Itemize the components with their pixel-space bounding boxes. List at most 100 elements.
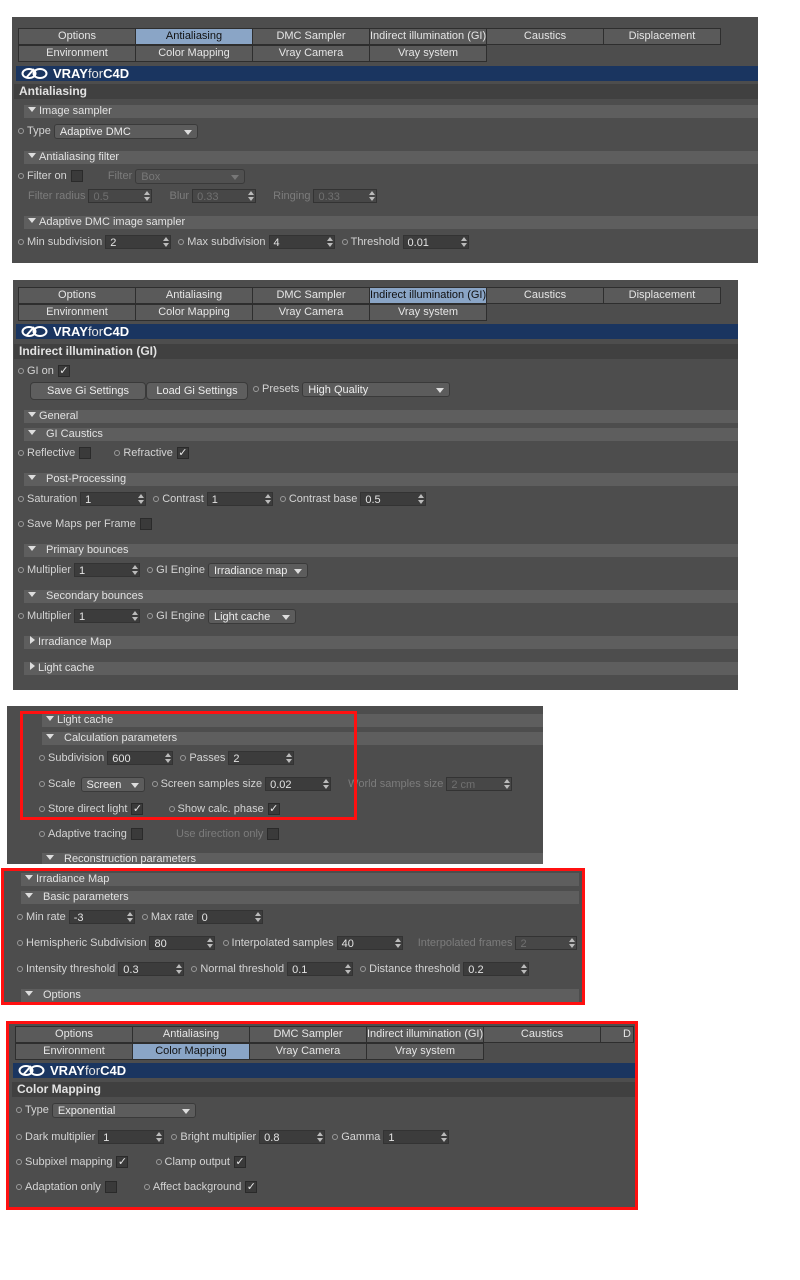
spinner-icon[interactable] [326,237,333,248]
spinner-icon[interactable] [504,779,511,790]
contrast-field[interactable]: 1 [206,492,273,507]
filter-radius-field[interactable]: 0.5 [88,189,153,204]
section-primary-bounces[interactable]: Primary bounces [24,544,738,557]
gi-on-checkbox[interactable]: ✓ [57,365,70,378]
world-samples-field[interactable]: 2 cm [446,777,513,792]
keyframe-dot-icon[interactable] [178,238,185,245]
keyframe-dot-icon[interactable] [153,495,160,502]
tab-row-1: Options Antialiasing DMC Sampler Indirec… [18,28,721,45]
keyframe-dot-icon[interactable] [341,238,348,245]
keyframe-dot-icon[interactable] [18,367,24,374]
keyframe-dot-icon[interactable] [18,612,24,619]
keyframe-dot-icon[interactable] [18,566,24,573]
keyframe-dot-icon[interactable] [114,449,121,456]
secondary-multiplier-field[interactable]: 1 [74,609,141,624]
reflective-checkbox[interactable] [79,447,92,460]
tab-color-mapping[interactable]: Color Mapping [135,304,253,321]
use-direction-checkbox[interactable] [267,828,280,841]
save-maps-checkbox[interactable] [139,518,152,531]
presets-dropdown[interactable]: High Quality [302,381,451,397]
keyframe-dot-icon[interactable] [18,238,24,245]
contrast-base-field[interactable]: 0.5 [360,492,427,507]
section-reconstruction-parameters[interactable]: Reconstruction parameters [42,853,543,864]
spinner-icon[interactable] [369,191,376,202]
keyframe-dot-icon[interactable] [147,566,154,573]
tab-caustics[interactable]: Caustics [486,28,604,45]
load-gi-settings-button[interactable]: Load Gi Settings [146,382,248,400]
dropdown-arrow-icon [183,129,192,135]
tab-vray-system[interactable]: Vray system [369,45,487,62]
page-title: Antialiasing [14,84,758,99]
filter-on-checkbox[interactable] [70,170,83,183]
spinner-icon[interactable] [460,237,467,248]
type-dropdown[interactable]: Adaptive DMC [53,123,198,139]
collapse-arrow-icon [28,153,36,158]
collapse-arrow-icon [28,546,36,551]
keyframe-dot-icon[interactable] [253,385,259,392]
tab-dmc-sampler[interactable]: DMC Sampler [252,287,370,304]
tab-environment[interactable]: Environment [18,45,136,62]
spinner-icon[interactable] [144,191,151,202]
min-subdivision-field[interactable]: 2 [105,235,172,250]
primary-multiplier-field[interactable]: 1 [74,563,141,578]
keyframe-dot-icon[interactable] [18,495,24,502]
vray-logo-bar: VRAYforC4D [16,324,738,339]
tab-dmc-sampler[interactable]: DMC Sampler [252,28,370,45]
threshold-field[interactable]: 0.01 [402,235,469,250]
tab-options[interactable]: Options [18,287,136,304]
refractive-checkbox[interactable]: ✓ [176,447,189,460]
dropdown-arrow-icon [231,174,240,180]
keyframe-dot-icon[interactable] [18,172,24,179]
tab-vray-camera[interactable]: Vray Camera [252,304,370,321]
keyframe-dot-icon[interactable] [279,495,286,502]
vray-logo-icon [21,326,48,337]
adaptive-tracing-checkbox[interactable] [130,828,143,841]
keyframe-dot-icon[interactable] [18,520,24,527]
section-secondary-bounces[interactable]: Secondary bounces [24,590,738,603]
tab-indirect-illumination[interactable]: Indirect illumination (GI) [369,287,487,304]
tab-options[interactable]: Options [18,28,136,45]
highlight-box-color-mapping [6,1021,638,1210]
tab-vray-camera[interactable]: Vray Camera [252,45,370,62]
spinner-icon[interactable] [138,494,145,505]
section-image-sampler[interactable]: Image sampler [24,105,758,118]
spinner-icon[interactable] [132,565,139,576]
keyframe-dot-icon[interactable] [18,449,24,456]
section-light-cache[interactable]: Light cache [24,662,738,675]
dropdown-arrow-icon [436,387,445,393]
tab-caustics[interactable]: Caustics [486,287,604,304]
section-general[interactable]: General [24,410,738,423]
tab-vray-system[interactable]: Vray system [369,304,487,321]
keyframe-dot-icon[interactable] [18,127,24,134]
spinner-icon[interactable] [248,191,255,202]
keyframe-dot-icon[interactable] [39,830,45,837]
section-adaptive-dmc[interactable]: Adaptive DMC image sampler [24,216,758,229]
filter-dropdown[interactable]: Box [135,168,246,184]
keyframe-dot-icon[interactable] [147,612,154,619]
collapse-arrow-icon [28,592,36,597]
tab-indirect-illumination[interactable]: Indirect illumination (GI) [369,28,487,45]
section-antialiasing-filter[interactable]: Antialiasing filter [24,151,758,164]
section-irradiance-map[interactable]: Irradiance Map [24,636,738,649]
blur-field[interactable]: 0.33 [192,189,257,204]
page-title: Indirect illumination (GI) [14,344,738,359]
collapse-arrow-icon [46,855,54,860]
section-gi-caustics[interactable]: GI Caustics [24,428,738,441]
secondary-engine-dropdown[interactable]: Light cache [208,608,296,624]
tab-antialiasing[interactable]: Antialiasing [135,287,253,304]
spinner-icon[interactable] [264,494,271,505]
save-gi-settings-button[interactable]: Save Gi Settings [30,382,146,400]
saturation-field[interactable]: 1 [80,492,147,507]
spinner-icon[interactable] [418,494,425,505]
spinner-icon[interactable] [132,611,139,622]
primary-engine-dropdown[interactable]: Irradiance map [208,562,308,578]
tab-antialiasing[interactable]: Antialiasing [135,28,253,45]
tab-displacement[interactable]: Displacement [603,287,721,304]
ringing-field[interactable]: 0.33 [313,189,378,204]
max-subdivision-field[interactable]: 4 [268,235,335,250]
section-post-processing[interactable]: Post-Processing [24,473,738,486]
tab-environment[interactable]: Environment [18,304,136,321]
spinner-icon[interactable] [163,237,170,248]
tab-displacement[interactable]: Displacement [603,28,721,45]
tab-color-mapping[interactable]: Color Mapping [135,45,253,62]
